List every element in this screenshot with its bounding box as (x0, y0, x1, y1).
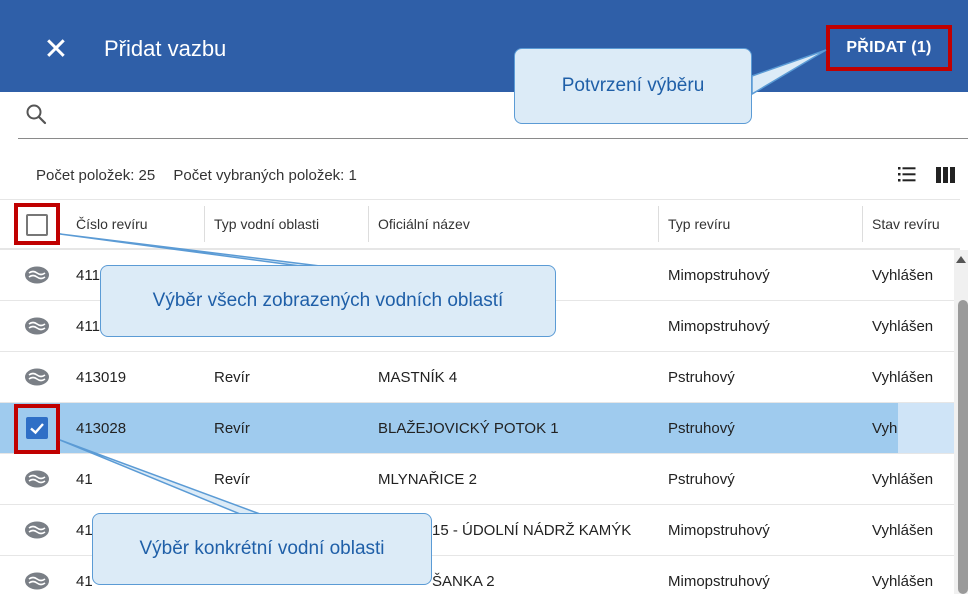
water-area-icon (25, 521, 49, 539)
dialog-title: Přidat vazbu (104, 36, 227, 61)
cell-stav: Vyh (872, 419, 898, 437)
cell-typ-reviru: Mimopstruhový (668, 266, 770, 284)
cell-typ-oblasti: Revír (214, 368, 250, 386)
column-divider[interactable] (204, 206, 205, 242)
cell-typ-reviru: Mimopstruhový (668, 521, 770, 539)
column-header-nazev[interactable]: Oficiální název (378, 200, 470, 248)
cell-typ-reviru: Mimopstruhový (668, 572, 770, 590)
cell-stav: Vyhlášen (872, 572, 934, 590)
cell-typ-reviru: Pstruhový (668, 470, 735, 488)
scrollbar-thumb[interactable] (958, 300, 968, 594)
scroll-up-arrow-icon[interactable] (956, 256, 966, 263)
cell-nazev: MLYNAŘICE 2 (378, 470, 477, 488)
cell-cislo: 411 (76, 266, 100, 284)
cell-stav: Vyhlášen (872, 317, 934, 335)
water-area-icon (25, 317, 49, 335)
column-divider[interactable] (862, 206, 863, 242)
cell-typ-oblasti: Revír (214, 470, 250, 488)
selected-count: Počet vybraných položek: 1 (173, 167, 357, 184)
callout-confirm: Potvrzení výběru (514, 48, 752, 124)
item-count: Počet položek: 25 (36, 167, 156, 184)
cell-stav: Vyhlášen (872, 521, 934, 539)
close-icon[interactable]: ✕ (40, 34, 72, 66)
column-view-icon[interactable] (936, 166, 956, 184)
column-header-typ-oblasti[interactable]: Typ vodní oblasti (214, 200, 319, 248)
item-counts: Počet položek: 25 Počet vybraných polože… (36, 166, 371, 186)
cell-nazev: 15 - ÚDOLNÍ NÁDRŽ KAMÝK (432, 521, 632, 539)
cell-nazev: ŠANKA 2 (432, 572, 495, 590)
cell-typ-oblasti: Revír (214, 419, 250, 437)
cell-stav: Vyhlášen (872, 266, 934, 284)
callout-select-one: Výběr konkrétní vodní oblasti (92, 513, 432, 585)
list-view-icon[interactable] (898, 165, 916, 183)
table-row[interactable]: 41 Revír MLYNAŘICE 2 Pstruhový Vyhlášen (0, 453, 960, 504)
cell-cislo: 41 (76, 470, 93, 488)
water-area-icon (25, 368, 49, 386)
cell-typ-reviru: Mimopstruhový (668, 317, 770, 335)
cell-nazev: MASTNÍK 4 (378, 368, 458, 386)
column-header-cislo[interactable]: Číslo revíru (76, 200, 148, 248)
column-divider[interactable] (658, 206, 659, 242)
cell-cislo: 41 (76, 521, 93, 539)
water-area-icon (25, 266, 49, 284)
callout-select-all: Výběr všech zobrazených vodních oblastí (100, 265, 556, 337)
cell-typ-reviru: Pstruhový (668, 368, 735, 386)
table-row-selected[interactable]: 413028 Revír BLAŽEJOVICKÝ POTOK 1 Pstruh… (0, 402, 960, 453)
search-underline (18, 138, 968, 139)
search-input[interactable] (60, 100, 944, 132)
row-checkbox-highlight (14, 404, 60, 454)
cell-cislo: 413028 (76, 419, 127, 437)
column-header-stav[interactable]: Stav revíru (872, 200, 940, 248)
table-header-row: Číslo revíru Typ vodní oblasti Oficiální… (0, 199, 960, 249)
table-row[interactable]: 413019 Revír MASTNÍK 4 Pstruhový Vyhláše… (0, 351, 960, 402)
add-button[interactable]: PŘIDAT (1) (826, 25, 952, 71)
water-area-icon (25, 572, 49, 590)
cell-typ-reviru: Pstruhový (668, 419, 735, 437)
cell-cislo: 41 (76, 572, 93, 590)
cell-cislo: 413019 (76, 368, 127, 386)
cell-stav: Vyhlášen (872, 470, 934, 488)
cell-nazev: BLAŽEJOVICKÝ POTOK 1 (378, 419, 559, 437)
column-divider[interactable] (368, 206, 369, 242)
column-header-typ-reviru[interactable]: Typ revíru (668, 200, 730, 248)
search-icon[interactable] (24, 102, 48, 126)
water-area-icon (25, 470, 49, 488)
cell-cislo: 411 (76, 317, 100, 335)
cell-stav: Vyhlášen (872, 368, 934, 386)
select-all-highlight (14, 203, 60, 245)
